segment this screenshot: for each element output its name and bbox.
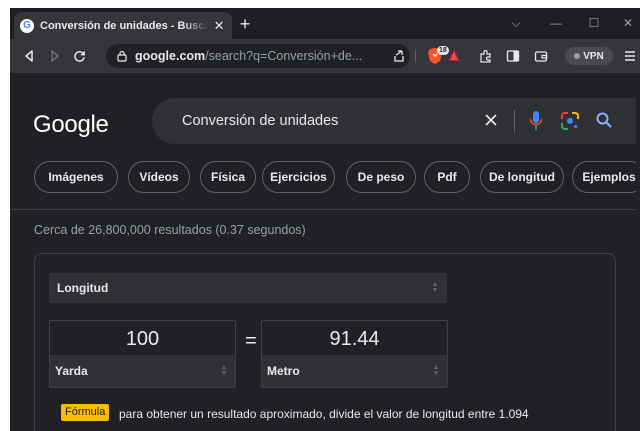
share-icon[interactable]: [392, 49, 406, 63]
brave-rewards-icon[interactable]: [447, 48, 461, 62]
url-host: google.com: [135, 49, 206, 63]
google-favicon-icon: G: [20, 18, 34, 33]
page-scrollbar[interactable]: [636, 73, 640, 431]
toolbar-separator: [415, 49, 416, 63]
sidebar-icon[interactable]: [506, 49, 520, 63]
chip-pdf[interactable]: Pdf: [424, 161, 470, 193]
search-icon[interactable]: [595, 111, 613, 129]
chip-ejercicios[interactable]: Ejercicios: [262, 161, 335, 193]
maximize-icon[interactable]: ☐: [584, 14, 604, 32]
results-stats: Cerca de 26,800,000 resultados (0.37 seg…: [34, 223, 306, 237]
menu-hamburger-icon[interactable]: [623, 49, 637, 63]
header-divider: [10, 209, 640, 210]
tab-strip: G Conversión de unidades - Buscar con Go…: [10, 8, 640, 39]
tab-search-chevron-icon[interactable]: ⌵: [506, 14, 526, 32]
chip-ejemplos[interactable]: Ejemplos: [572, 161, 640, 193]
browser-window: G Conversión de unidades - Buscar con Go…: [10, 8, 640, 431]
unit-converter-card: Longitud ▲ ▼ 100 Yarda ▲ ▼ = 91.44 Metro ▲…: [34, 253, 616, 431]
vpn-label: VPN: [583, 50, 604, 62]
chip-imagenes[interactable]: Imágenes: [34, 161, 118, 193]
select-arrows-icon: ▲ ▼: [431, 281, 439, 294]
url-path: /search?q=Conversión+de...: [205, 49, 363, 63]
unit-type-select[interactable]: Longitud ▲ ▼: [49, 273, 447, 303]
select-arrows-icon: ▲ ▼: [432, 364, 440, 377]
from-unit-label: Yarda: [55, 364, 88, 378]
chip-fisica[interactable]: Física: [200, 161, 256, 193]
vpn-button[interactable]: VPN: [565, 47, 613, 65]
from-converter: 100 Yarda ▲ ▼: [49, 320, 236, 388]
formula-text: para obtener un resultado aproximado, di…: [119, 407, 529, 421]
chip-videos[interactable]: Vídeos: [128, 161, 190, 193]
to-value-input[interactable]: 91.44: [262, 325, 447, 353]
google-lens-icon[interactable]: [560, 111, 580, 131]
searchbox-separator: [514, 110, 515, 132]
voice-search-icon[interactable]: [528, 110, 544, 132]
formula-badge: Fórmula: [61, 404, 110, 421]
clear-search-icon[interactable]: [482, 111, 500, 129]
close-tab-icon[interactable]: ✕: [212, 18, 226, 34]
vpn-status-icon: [574, 53, 581, 59]
select-arrows-icon: ▲ ▼: [220, 364, 228, 377]
to-unit-select[interactable]: Metro ▲ ▼: [262, 355, 447, 387]
lock-icon: [117, 50, 127, 62]
wallet-icon[interactable]: [534, 49, 548, 63]
forward-icon[interactable]: [46, 47, 64, 65]
minimize-icon[interactable]: —: [546, 14, 566, 32]
from-unit-select[interactable]: Yarda ▲ ▼: [50, 355, 235, 387]
chip-de-longitud[interactable]: De longitud: [480, 161, 564, 193]
google-logo[interactable]: Google: [33, 111, 109, 139]
reload-icon[interactable]: [70, 47, 88, 65]
back-icon[interactable]: [20, 47, 38, 65]
new-tab-icon[interactable]: +: [236, 15, 254, 33]
url-text: google.com/search?q=Conversión+de...: [135, 49, 395, 63]
equals-sign: =: [245, 330, 257, 352]
close-window-icon[interactable]: ✕: [618, 14, 638, 32]
extensions-puzzle-icon[interactable]: [479, 49, 493, 63]
to-converter: 91.44 Metro ▲ ▼: [261, 320, 448, 388]
address-bar[interactable]: google.com/search?q=Conversión+de...: [106, 44, 410, 68]
from-value-input[interactable]: 100: [50, 325, 235, 353]
to-unit-label: Metro: [267, 364, 300, 378]
tab-title: Conversión de unidades - Buscar con Goog…: [40, 19, 209, 32]
tab-active[interactable]: G Conversión de unidades - Buscar con Go…: [14, 12, 232, 39]
search-input[interactable]: Conversión de unidades: [182, 113, 338, 129]
unit-type-label: Longitud: [57, 281, 109, 295]
chip-de-peso[interactable]: De peso: [346, 161, 416, 193]
browser-toolbar: google.com/search?q=Conversión+de... 18 …: [10, 39, 640, 73]
search-box[interactable]: Conversión de unidades: [152, 98, 640, 144]
